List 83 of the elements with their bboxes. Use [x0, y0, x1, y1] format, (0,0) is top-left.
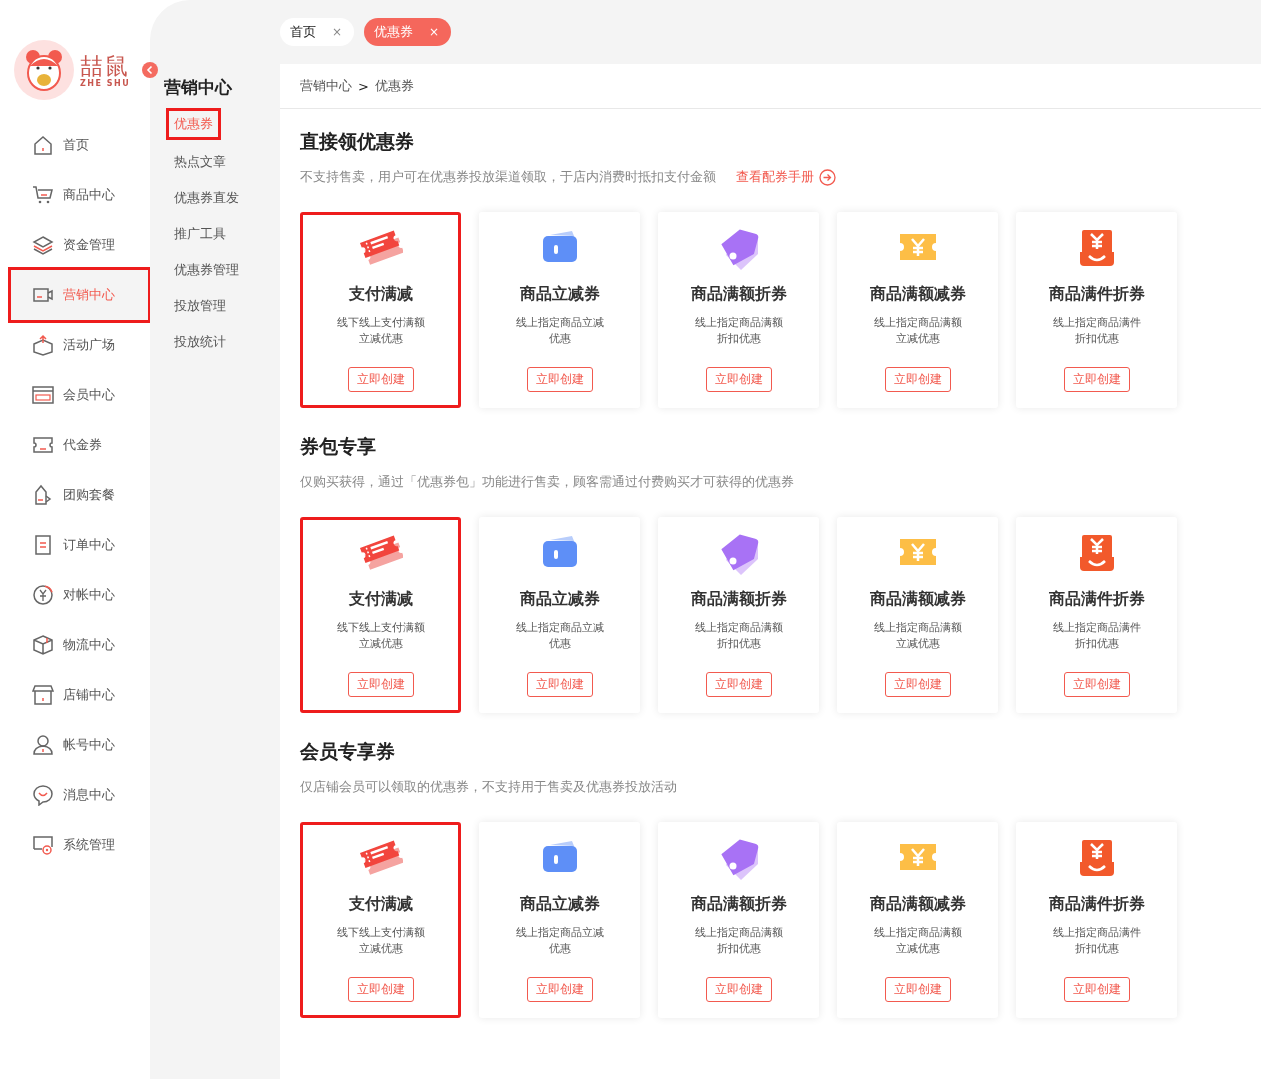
tag-icon — [32, 484, 54, 506]
tab[interactable]: 首页 × — [280, 18, 355, 46]
card-description: 线上指定商品满额 立减优惠 — [873, 620, 962, 652]
breadcrumb-separator: > — [358, 78, 369, 94]
card-description: 线上指定商品满额 折扣优惠 — [694, 315, 783, 347]
coin-icon — [32, 584, 54, 606]
card-title: 商品满额折券 — [690, 589, 787, 610]
package-icon — [32, 634, 54, 656]
gear-icon — [32, 834, 54, 856]
document-icon — [32, 534, 54, 556]
sidebar-item[interactable]: 帐号中心 — [11, 720, 148, 770]
sidebar-item[interactable]: 团购套餐 — [11, 470, 148, 520]
card-description: 线上指定商品满额 立减优惠 — [873, 315, 962, 347]
tab-label[interactable]: 首页 — [290, 23, 316, 41]
sidebar-item[interactable]: 会员中心 — [11, 370, 148, 420]
card-title: 支付满减 — [348, 589, 413, 610]
submenu-item[interactable]: 推广工具 — [166, 216, 234, 252]
brand-pinyin: ZHE SHU — [80, 78, 131, 88]
breadcrumb-current: 优惠券 — [374, 77, 414, 95]
submenu-item[interactable]: 优惠券管理 — [166, 252, 247, 288]
card-title: 商品满额减券 — [869, 284, 966, 305]
sidebar-item[interactable]: 对帐中心 — [11, 570, 148, 620]
shop-icon — [32, 684, 54, 706]
layers-icon — [32, 234, 54, 256]
box-icon — [32, 334, 54, 356]
card-description: 线下线上支付满额 立减优惠 — [336, 315, 425, 347]
submenu-item[interactable]: 热点文章 — [166, 144, 234, 180]
section-title: 直接领优惠券 — [300, 129, 415, 154]
card-title: 商品满件折券 — [1048, 589, 1145, 610]
card-title: 商品满额折券 — [690, 894, 787, 915]
sidebar-item[interactable]: 资金管理 — [11, 220, 148, 270]
breadcrumb-link[interactable]: 营销中心 — [300, 77, 352, 95]
sidebar-item[interactable]: 活动广场 — [11, 320, 148, 370]
submenu-item[interactable]: 投放统计 — [166, 324, 234, 360]
sidebar-item[interactable]: 店铺中心 — [11, 670, 148, 720]
submenu-item[interactable]: 投放管理 — [166, 288, 234, 324]
card-title: 商品立减券 — [519, 284, 600, 305]
card-title: 商品满额减券 — [869, 589, 966, 610]
arrow-circle-icon — [819, 168, 836, 186]
chat-icon — [32, 784, 54, 806]
card-description: 线上指定商品满额 立减优惠 — [873, 925, 962, 957]
card-icon — [32, 384, 54, 406]
card-description: 线上指定商品满件 折扣优惠 — [1052, 315, 1141, 347]
sidebar-item[interactable]: 首页 — [11, 120, 148, 170]
card-title: 支付满减 — [348, 894, 413, 915]
section-title: 券包专享 — [300, 434, 377, 459]
card-description: 线上指定商品满额 折扣优惠 — [694, 620, 783, 652]
sidebar-item[interactable]: 代金券 — [11, 420, 148, 470]
section-description: 仅店铺会员可以领取的优惠券，不支持用于售卖及优惠券投放活动 — [300, 778, 677, 796]
sidebar-item[interactable]: 消息中心 — [11, 770, 148, 820]
sidebar-item[interactable]: 物流中心 — [11, 620, 148, 670]
collapse-button[interactable] — [142, 62, 158, 78]
card-title: 商品满额折券 — [690, 284, 787, 305]
section-description: 仅购买获得，通过「优惠券包」功能进行售卖，顾客需通过付费购买才可获得的优惠券 — [300, 473, 794, 491]
card-title: 商品满件折券 — [1048, 284, 1145, 305]
card-description: 线上指定商品满件 折扣优惠 — [1052, 620, 1141, 652]
sidebar-item[interactable]: 订单中心 — [11, 520, 148, 570]
ticket-icon — [32, 434, 54, 456]
mascot-logo — [14, 40, 74, 100]
card-title: 支付满减 — [348, 284, 413, 305]
submenu-title: 营销中心 — [163, 76, 233, 99]
card-description: 线上指定商品满件 折扣优惠 — [1052, 925, 1141, 957]
card-description: 线下线上支付满额 立减优惠 — [336, 925, 425, 957]
chevron-left-icon — [145, 65, 155, 75]
house-icon — [32, 134, 54, 156]
card-description: 线上指定商品立减 优惠 — [515, 925, 604, 957]
section-title: 会员专享券 — [300, 739, 396, 764]
card-title: 商品立减券 — [519, 589, 600, 610]
sidebar-item[interactable]: 系统管理 — [11, 820, 148, 870]
brand-name: 喆鼠 — [80, 52, 130, 79]
card-title: 商品立减券 — [519, 894, 600, 915]
submenu-item[interactable]: 优惠券直发 — [166, 180, 247, 216]
card-title: 商品满额减券 — [869, 894, 966, 915]
card-description: 线上指定商品满额 折扣优惠 — [694, 925, 783, 957]
cart-icon — [32, 184, 54, 206]
card-description: 线上指定商品立减 优惠 — [515, 315, 604, 347]
card-description: 线下线上支付满额 立减优惠 — [336, 620, 425, 652]
sidebar-item[interactable]: 商品中心 — [11, 170, 148, 220]
close-icon[interactable]: × — [332, 25, 343, 39]
user-icon — [32, 734, 54, 756]
section-description: 不支持售卖，用户可在优惠券投放渠道领取，于店内消费时抵扣支付金额 — [300, 168, 716, 186]
card-description: 线上指定商品立减 优惠 — [515, 620, 604, 652]
card-title: 商品满件折券 — [1048, 894, 1145, 915]
